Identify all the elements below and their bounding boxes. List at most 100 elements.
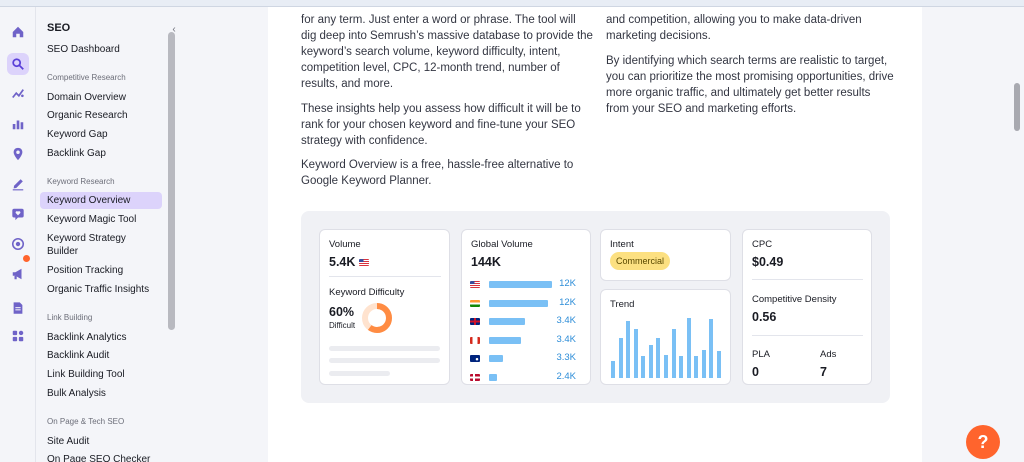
volume-bar-track — [489, 281, 559, 288]
volume-bar — [489, 318, 526, 325]
sidebar-section-heading: Competitive Research — [47, 73, 126, 82]
divider — [329, 276, 441, 277]
country-volume-value: 2.4K — [556, 370, 576, 382]
volume-bar — [489, 355, 503, 362]
intent-card: Intent Commercial — [600, 229, 731, 281]
trend-bar — [626, 321, 631, 378]
target-icon[interactable] — [7, 233, 29, 255]
intent-label: Intent — [610, 239, 634, 250]
article-paragraph: These insights help you assess how diffi… — [301, 103, 581, 147]
volume-bar-track — [489, 299, 559, 307]
sidebar-section-heading: On Page & Tech SEO — [47, 417, 125, 426]
us-flag-icon — [358, 259, 369, 267]
trend-bar — [611, 361, 615, 378]
sidebar-item-backlink-audit[interactable]: Backlink Audit — [40, 347, 162, 364]
global-volume-row: 12K — [470, 278, 576, 289]
article-paragraph: By identifying which search terms are re… — [606, 55, 894, 115]
ca-flag-icon — [470, 336, 480, 344]
sidebar-section-heading: Keyword Research — [47, 177, 115, 186]
uk-flag-icon — [470, 318, 480, 325]
sidebar-item-keyword-strategy-builder[interactable]: Keyword Strategy Builder — [40, 231, 136, 259]
difficulty-donut — [362, 303, 392, 333]
country-volume-value: 12K — [559, 278, 576, 289]
pla-label: PLA — [752, 349, 770, 360]
trend-bar — [694, 355, 699, 378]
skeleton-line — [329, 358, 440, 363]
volume-bar-track — [489, 373, 559, 381]
megaphone-icon[interactable] — [7, 263, 29, 285]
seo-sidebar: SEO SEO Dashboard Competitive Research D… — [36, 7, 168, 462]
trend-chart — [611, 318, 721, 378]
sidebar-title: SEO — [47, 22, 71, 34]
trend-bar — [664, 355, 668, 378]
sidebar-item-keyword-overview[interactable]: Keyword Overview — [40, 192, 162, 209]
volume-bar — [489, 336, 521, 344]
bar-chart-icon[interactable] — [7, 113, 29, 135]
us-flag-icon — [470, 281, 480, 288]
article-paragraph: Keyword Overview is a free, hassle-free … — [301, 159, 574, 187]
volume-bar-track — [489, 318, 559, 325]
location-pin-icon[interactable] — [7, 143, 29, 165]
sidebar-item-backlink-analytics[interactable]: Backlink Analytics — [40, 329, 162, 346]
document-icon[interactable] — [7, 297, 29, 319]
country-volume-value: 3.3K — [556, 352, 576, 363]
country-volume-value: 3.4K — [556, 315, 576, 326]
sidebar-item-bulk-analysis[interactable]: Bulk Analysis — [40, 385, 162, 402]
sidebar-item-link-building-tool[interactable]: Link Building Tool — [40, 366, 162, 383]
seo-icon[interactable] — [7, 53, 29, 75]
page-scrollbar[interactable] — [1014, 83, 1020, 131]
trend-bar — [641, 355, 646, 378]
global-volume-row: 2.4K — [470, 370, 576, 382]
sidebar-item-domain-overview[interactable]: Domain Overview — [40, 89, 162, 106]
chat-heart-icon[interactable] — [7, 203, 29, 225]
global-volume-label: Global Volume — [471, 239, 533, 250]
help-button[interactable]: ? — [966, 425, 1000, 459]
cpc-card: CPC $0.49 Competitive Density 0.56 PLA 0… — [742, 229, 872, 385]
no-flag-icon — [470, 373, 480, 381]
sidebar-item-on-page-seo-checker[interactable]: On Page SEO Checker — [40, 451, 162, 462]
in-flag-icon — [470, 299, 480, 307]
cpc-value: $0.49 — [752, 255, 784, 269]
trend-bar — [656, 338, 661, 378]
sidebar-item-organic-traffic-insights[interactable]: Organic Traffic Insights — [40, 281, 162, 298]
sidebar-item-keyword-gap[interactable]: Keyword Gap — [40, 126, 162, 143]
volume-bar-track — [489, 336, 559, 344]
sidebar-item-position-tracking[interactable]: Position Tracking — [40, 262, 162, 279]
sidebar-item-keyword-magic-tool[interactable]: Keyword Magic Tool — [40, 211, 162, 228]
apps-grid-icon[interactable] — [7, 325, 29, 347]
article-paragraph: and competition, allowing you to make da… — [606, 14, 862, 42]
global-volume-card: Global Volume 144K 12K 12K 3.4K 3.4K 3.3K 2.4… — [461, 229, 591, 385]
pla-value: 0 — [752, 365, 759, 379]
trend-bar — [686, 318, 691, 378]
home-icon[interactable] — [7, 21, 29, 43]
sidebar-item-backlink-gap[interactable]: Backlink Gap — [40, 145, 162, 162]
competitive-density-label: Competitive Density — [752, 294, 837, 305]
global-volume-row: 12K — [470, 297, 576, 308]
trend-bar — [679, 355, 684, 378]
sidebar-item-site-audit[interactable]: Site Audit — [40, 433, 162, 450]
volume-value: 5.4K — [329, 255, 369, 269]
sparkle-icon[interactable] — [7, 83, 29, 105]
sidebar-scrollbar[interactable] — [168, 32, 175, 330]
difficulty-level: Difficult — [329, 321, 356, 330]
skeleton-line — [329, 371, 390, 376]
global-volume-row: 3.4K — [470, 315, 576, 326]
sidebar-item-seo-dashboard[interactable]: SEO Dashboard — [40, 41, 162, 58]
country-volume-value: 3.4K — [556, 333, 576, 345]
au-flag-icon — [470, 355, 480, 362]
sidebar-item-organic-research[interactable]: Organic Research — [40, 107, 162, 124]
sidebar-section-heading: Link Building — [47, 313, 93, 322]
browser-top-strip — [0, 0, 1024, 7]
trend-bar — [618, 338, 623, 378]
competitive-density-value: 0.56 — [752, 310, 777, 324]
trend-label: Trend — [610, 299, 635, 310]
global-volume-row: 3.4K — [470, 333, 576, 345]
pencil-icon[interactable] — [7, 173, 29, 195]
cpc-label: CPC — [752, 239, 773, 250]
volume-bar — [489, 281, 552, 288]
volume-card: Volume 5.4K Keyword Difficulty 60% Diffi… — [319, 229, 450, 385]
volume-label: Volume — [329, 239, 361, 250]
trend-bar — [701, 349, 706, 378]
article-paragraph: for any term. Just enter a word or phras… — [301, 14, 593, 90]
difficulty-label: Keyword Difficulty — [329, 287, 405, 298]
